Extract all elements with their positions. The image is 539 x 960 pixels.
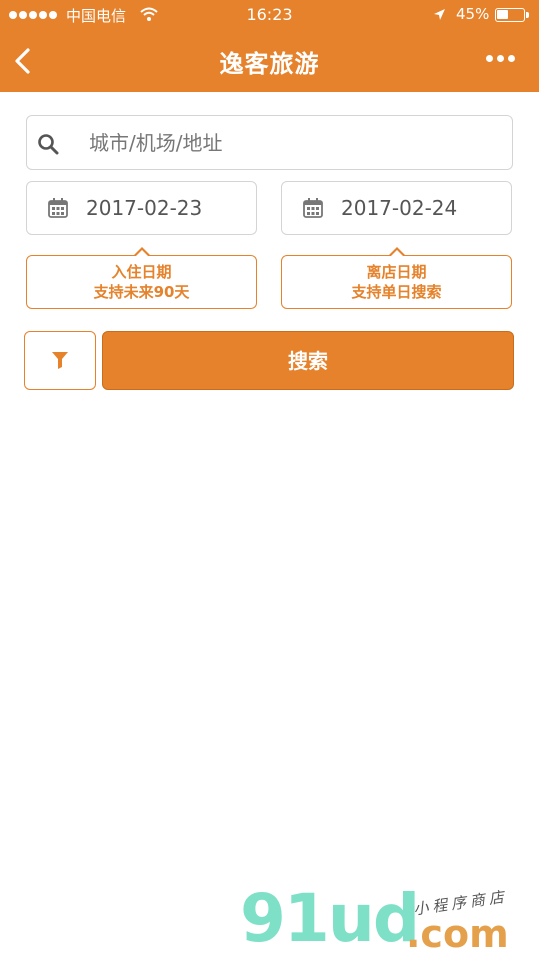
checkout-date-value: 2017-02-24	[341, 196, 458, 220]
battery-percent: 45%	[456, 5, 490, 23]
checkin-tip-line2: 支持未来90天	[93, 283, 190, 301]
checkin-tooltip: 入住日期 支持未来90天	[26, 247, 257, 309]
search-icon	[38, 134, 59, 155]
checkout-tip-line1: 离店日期	[366, 263, 427, 281]
status-bar: 中国电信 16:23 45%	[0, 0, 539, 30]
more-dots-icon[interactable]	[486, 55, 515, 62]
search-button[interactable]: 搜索	[102, 331, 514, 390]
calendar-icon	[48, 198, 68, 218]
checkout-tooltip: 离店日期 支持单日搜索	[281, 247, 512, 309]
search-box[interactable]	[26, 115, 513, 170]
battery-level	[497, 10, 508, 19]
filter-icon	[52, 352, 68, 369]
checkin-tip-line1: 入住日期	[111, 263, 172, 281]
battery-icon	[495, 8, 525, 22]
location-arrow-icon	[434, 9, 445, 20]
search-input[interactable]	[89, 128, 489, 158]
checkout-tip-line2: 支持单日搜索	[351, 283, 442, 301]
checkin-date-field[interactable]: 2017-02-23	[26, 181, 257, 235]
calendar-icon	[303, 198, 323, 218]
watermark: 91ud 小程序商店 .com	[238, 880, 538, 960]
checkin-date-value: 2017-02-23	[86, 196, 203, 220]
battery-tip	[526, 12, 529, 18]
filter-button[interactable]	[24, 331, 96, 390]
watermark-domain: .com	[406, 912, 509, 956]
app-header: 中国电信 16:23 45% 逸客旅游	[0, 0, 539, 92]
watermark-logo: 91ud	[240, 880, 420, 957]
checkout-date-field[interactable]: 2017-02-24	[281, 181, 512, 235]
page-title: 逸客旅游	[219, 50, 320, 78]
